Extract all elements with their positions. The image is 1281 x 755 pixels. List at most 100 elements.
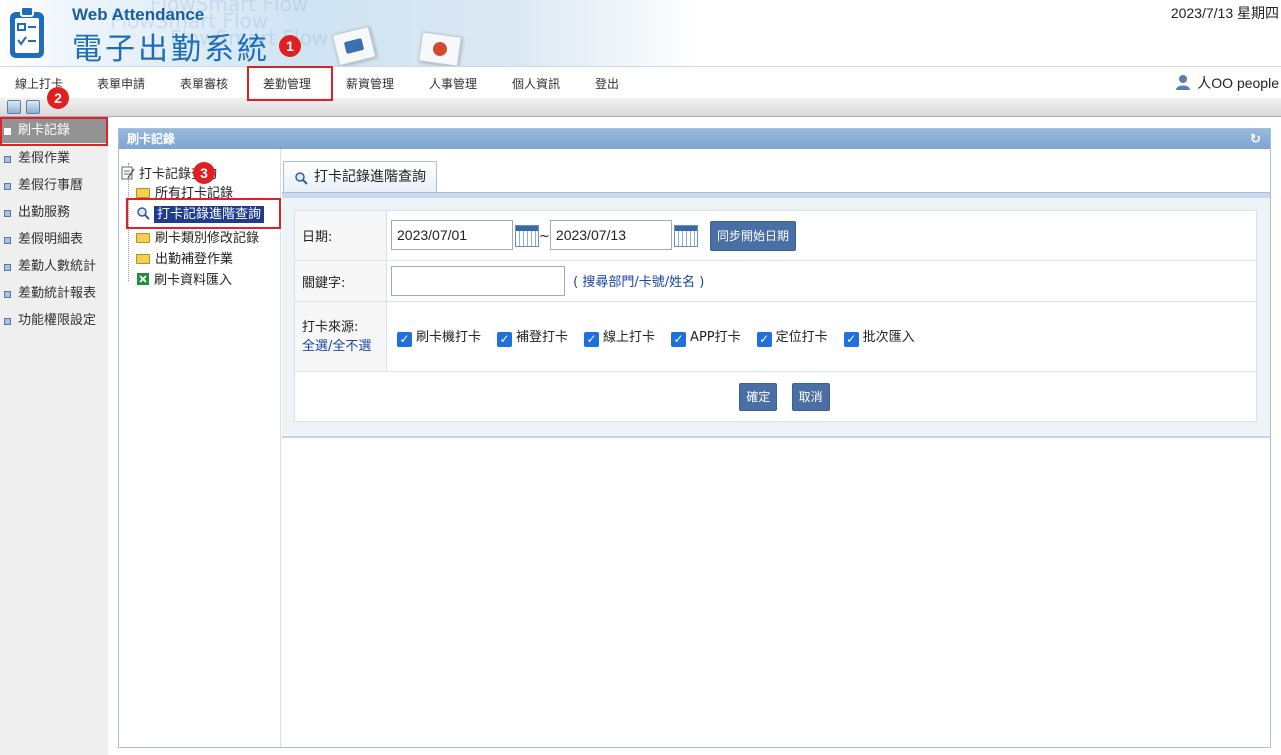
nav-logout[interactable]: 登出 <box>595 75 619 92</box>
sidebar-item-label: 功能權限設定 <box>18 313 97 328</box>
refresh-icon[interactable]: ↻ <box>1250 130 1262 147</box>
tree-item-label: 刷卡類別修改記錄 <box>155 231 260 246</box>
checkmark-icon: ✓ <box>584 332 600 347</box>
content-area: 打卡記錄進階查詢 日期: ~ 同步開始日期 關鍵字: ( 搜尋部門/卡號/姓名 … <box>282 149 1270 747</box>
expand-button[interactable] <box>26 100 40 114</box>
collapse-button[interactable] <box>7 100 21 114</box>
search-icon <box>295 172 308 185</box>
folder-icon <box>136 254 150 264</box>
tree-item-data-import[interactable]: 刷卡資料匯入 <box>136 269 232 288</box>
source-label: 打卡來源: <box>302 319 359 335</box>
nav-salary-management[interactable]: 薪資管理 <box>346 75 394 92</box>
actions-cell: 確定 取消 <box>294 371 1257 422</box>
query-form-area: 日期: ~ 同步開始日期 關鍵字: ( 搜尋部門/卡號/姓名 ) 打卡來源: <box>282 198 1270 438</box>
folder-icon <box>136 188 150 198</box>
sync-start-date-button[interactable]: 同步開始日期 <box>710 221 797 252</box>
checkbox-label: APP打卡 <box>690 330 741 345</box>
brand-english: Web Attendance <box>72 5 205 24</box>
top-navigation: 線上打卡 表單申請 表單審核 差勤管理 薪資管理 人事管理 個人資訊 登出 人O… <box>0 66 1281 98</box>
tree-item-label: 出勤補登作業 <box>155 252 234 267</box>
checkbox-label: 定位打卡 <box>775 330 828 345</box>
square-bullet-icon <box>4 183 11 190</box>
step-marker-1: 1 <box>279 35 301 57</box>
clipboard-logo-icon <box>10 6 44 58</box>
nav-hr-management[interactable]: 人事管理 <box>429 75 477 92</box>
excel-icon <box>137 273 149 285</box>
app-header: FlowSmart Flow FlowSmart Flow FlowSmart … <box>0 0 1281 66</box>
panel-title: 刷卡記錄 <box>127 132 176 146</box>
sidebar-item-attendance-service[interactable]: 出勤服務 <box>0 201 108 225</box>
highlight-tree-advanced-query <box>126 198 281 229</box>
source-checkbox-online[interactable]: ✓ 線上打卡 <box>584 326 655 347</box>
sidebar-item-leave-calendar[interactable]: 差假行事曆 <box>0 174 108 198</box>
tab-advanced-query[interactable]: 打卡記錄進階查詢 <box>283 161 437 193</box>
user-name: 人OO people <box>1197 75 1279 91</box>
checkbox-label: 批次匯入 <box>862 330 915 345</box>
keyword-cell: ( 搜尋部門/卡號/姓名 ) <box>386 260 1257 302</box>
nav-personal-info[interactable]: 個人資訊 <box>512 75 560 92</box>
keyword-input[interactable] <box>391 266 565 296</box>
tree-item-label: 刷卡資料匯入 <box>154 273 233 288</box>
source-cell: ✓ 刷卡機打卡 ✓ 補登打卡 ✓ 線上打卡 ✓ APP打卡 ✓ 定位打卡 ✓ 批次匯入 <box>386 301 1257 372</box>
sidebar: 刷卡記錄 差假作業 差假行事曆 出勤服務 差假明細表 差勤人數統計 差勤統計報表… <box>0 118 108 755</box>
checkbox-label: 刷卡機打卡 <box>416 330 482 345</box>
tree-item-category-modifications[interactable]: 刷卡類別修改記錄 <box>136 227 259 246</box>
decorative-document-icon <box>331 25 377 66</box>
sidebar-item-permission-settings[interactable]: 功能權限設定 <box>0 309 108 333</box>
confirm-button[interactable]: 確定 <box>739 382 778 411</box>
select-all-link[interactable]: 全選/全不選 <box>302 337 386 356</box>
date-label: 日期: <box>294 210 387 261</box>
panel-header: 刷卡記錄 ↻ <box>119 129 1270 149</box>
nav-form-apply[interactable]: 表單申請 <box>97 75 145 92</box>
sidebar-item-label: 差勤人數統計 <box>18 259 97 274</box>
checkmark-icon: ✓ <box>843 332 859 347</box>
form-row-keyword: 關鍵字: ( 搜尋部門/卡號/姓名 ) <box>294 260 1257 302</box>
calendar-from-icon[interactable] <box>515 225 539 248</box>
user-menu[interactable]: 人OO people <box>1175 73 1279 93</box>
main-panel: 刷卡記錄 ↻ 打卡記錄查詢 所有打卡記錄 打卡記錄進階查詢 刷卡類別修改記錄 出… <box>118 128 1271 748</box>
step-marker-2: 2 <box>47 87 69 109</box>
source-checkbox-makeup[interactable]: ✓ 補登打卡 <box>497 326 568 347</box>
tree-navigation: 打卡記錄查詢 所有打卡記錄 打卡記錄進階查詢 刷卡類別修改記錄 出勤補登作業 刷… <box>119 149 281 747</box>
checkmark-icon: ✓ <box>756 332 772 347</box>
source-label-cell: 打卡來源: 全選/全不選 <box>294 301 387 372</box>
form-row-date: 日期: ~ 同步開始日期 <box>294 210 1257 261</box>
calendar-to-icon[interactable] <box>673 225 698 248</box>
document-edit-icon <box>121 166 135 180</box>
tab-label: 打卡記錄進階查詢 <box>314 169 426 185</box>
sidebar-item-label: 差假作業 <box>18 151 71 166</box>
sidebar-item-leave-details[interactable]: 差假明細表 <box>0 228 108 252</box>
date-from-input[interactable] <box>391 219 513 250</box>
nav-form-review[interactable]: 表單審核 <box>180 75 228 92</box>
folder-icon <box>136 233 150 243</box>
source-checkbox-location[interactable]: ✓ 定位打卡 <box>756 326 828 347</box>
sidebar-item-label: 差假明細表 <box>18 232 84 247</box>
checkmark-icon: ✓ <box>671 332 687 347</box>
square-bullet-icon <box>4 156 11 163</box>
current-date: 2023/7/13 星期四 <box>1170 5 1279 21</box>
checkbox-label: 線上打卡 <box>603 330 656 345</box>
source-checkbox-batch[interactable]: ✓ 批次匯入 <box>843 326 915 347</box>
plus-square-icon <box>4 237 11 244</box>
step-marker-3: 3 <box>193 162 215 184</box>
highlight-sidebar-punch-records <box>0 117 108 146</box>
highlight-nav-attendance <box>247 66 333 101</box>
date-separator: ~ <box>539 228 550 244</box>
date-to-input[interactable] <box>549 219 672 250</box>
tree-item-attendance-makeup[interactable]: 出勤補登作業 <box>136 248 233 267</box>
square-bullet-icon <box>4 291 11 298</box>
keyword-label: 關鍵字: <box>294 260 387 302</box>
square-bullet-icon <box>4 318 11 325</box>
person-icon <box>1176 75 1191 90</box>
sidebar-item-headcount-stats[interactable]: 差勤人數統計 <box>0 255 108 279</box>
form-row-actions: 確定 取消 <box>294 371 1257 422</box>
sidebar-item-leave-operations[interactable]: 差假作業 <box>0 147 108 171</box>
sidebar-item-stats-report[interactable]: 差勤統計報表 <box>0 282 108 306</box>
query-form: 日期: ~ 同步開始日期 關鍵字: ( 搜尋部門/卡號/姓名 ) 打卡來源: <box>294 210 1257 422</box>
toolbar <box>0 98 1281 117</box>
date-cell: ~ 同步開始日期 <box>386 210 1257 261</box>
source-checkbox-card-machine[interactable]: ✓ 刷卡機打卡 <box>397 326 481 347</box>
cancel-button[interactable]: 取消 <box>791 382 830 411</box>
decorative-slide-icon <box>418 31 462 66</box>
source-checkbox-app[interactable]: ✓ APP打卡 <box>671 326 741 347</box>
